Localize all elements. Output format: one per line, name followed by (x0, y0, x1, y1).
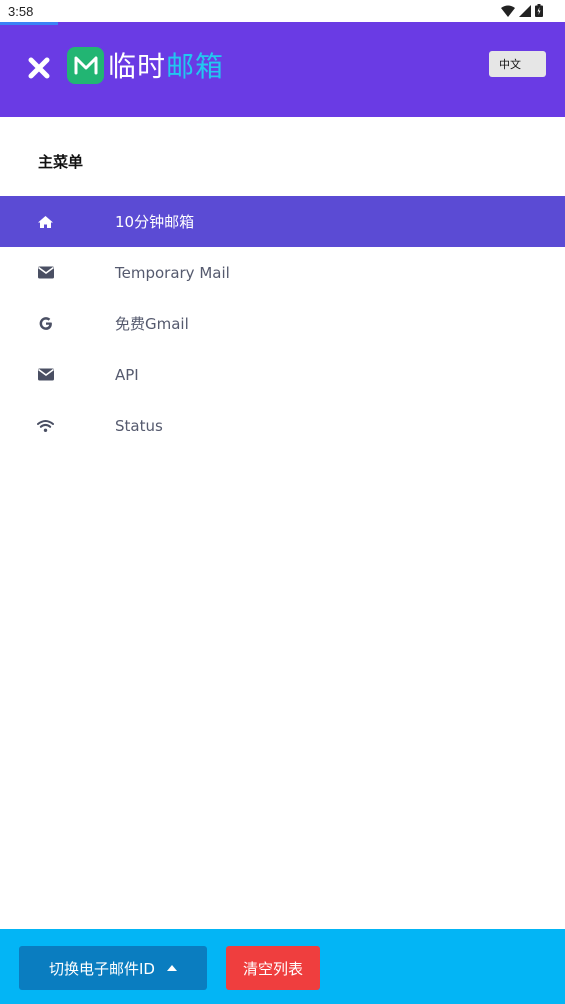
cell-signal-icon (519, 4, 531, 17)
battery-icon (535, 4, 543, 17)
menu-item-label: 免费Gmail (115, 315, 189, 333)
language-switch-button[interactable]: 中文 (489, 51, 546, 77)
status-time: 3:58 (8, 4, 34, 19)
main-menu-title: 主菜单 (38, 153, 84, 171)
menu-item-label: Temporary Mail (115, 263, 230, 282)
switch-email-id-label: 切换电子邮件ID (49, 959, 155, 978)
home-icon (37, 213, 54, 230)
caret-up-icon (166, 965, 177, 971)
google-icon (37, 315, 54, 332)
menu-item-label: 10分钟邮箱 (115, 213, 195, 231)
menu-item-free-gmail[interactable]: 免费Gmail (0, 298, 565, 349)
close-icon (28, 57, 50, 79)
menu-item-label: Status (115, 416, 163, 435)
logo-text-temp: 临时 (108, 50, 167, 83)
system-icons (501, 4, 543, 17)
loading-progress-bar (0, 22, 58, 25)
close-menu-button[interactable] (27, 56, 51, 80)
main-menu: 10分钟邮箱 Temporary Mail 免费Gmail API Status (0, 196, 565, 451)
logo-text-mail: 邮箱 (166, 50, 225, 83)
menu-item-api[interactable]: API (0, 349, 565, 400)
clear-list-button[interactable]: 清空列表 (226, 946, 320, 990)
wifi-icon (37, 417, 54, 434)
wifi-signal-icon (501, 5, 515, 17)
menu-item-temporary-mail[interactable]: Temporary Mail (0, 247, 565, 298)
envelope-icon (37, 264, 54, 281)
status-bar: 3:58 (0, 0, 565, 22)
app-logo[interactable]: 临时 邮箱 (67, 46, 224, 84)
menu-item-label: API (115, 365, 139, 384)
envelope-icon (37, 366, 54, 383)
menu-item-10min-mail[interactable]: 10分钟邮箱 (0, 196, 565, 247)
logo-m-icon (67, 46, 104, 84)
menu-item-status[interactable]: Status (0, 400, 565, 451)
switch-email-id-button[interactable]: 切换电子邮件ID (19, 946, 207, 990)
